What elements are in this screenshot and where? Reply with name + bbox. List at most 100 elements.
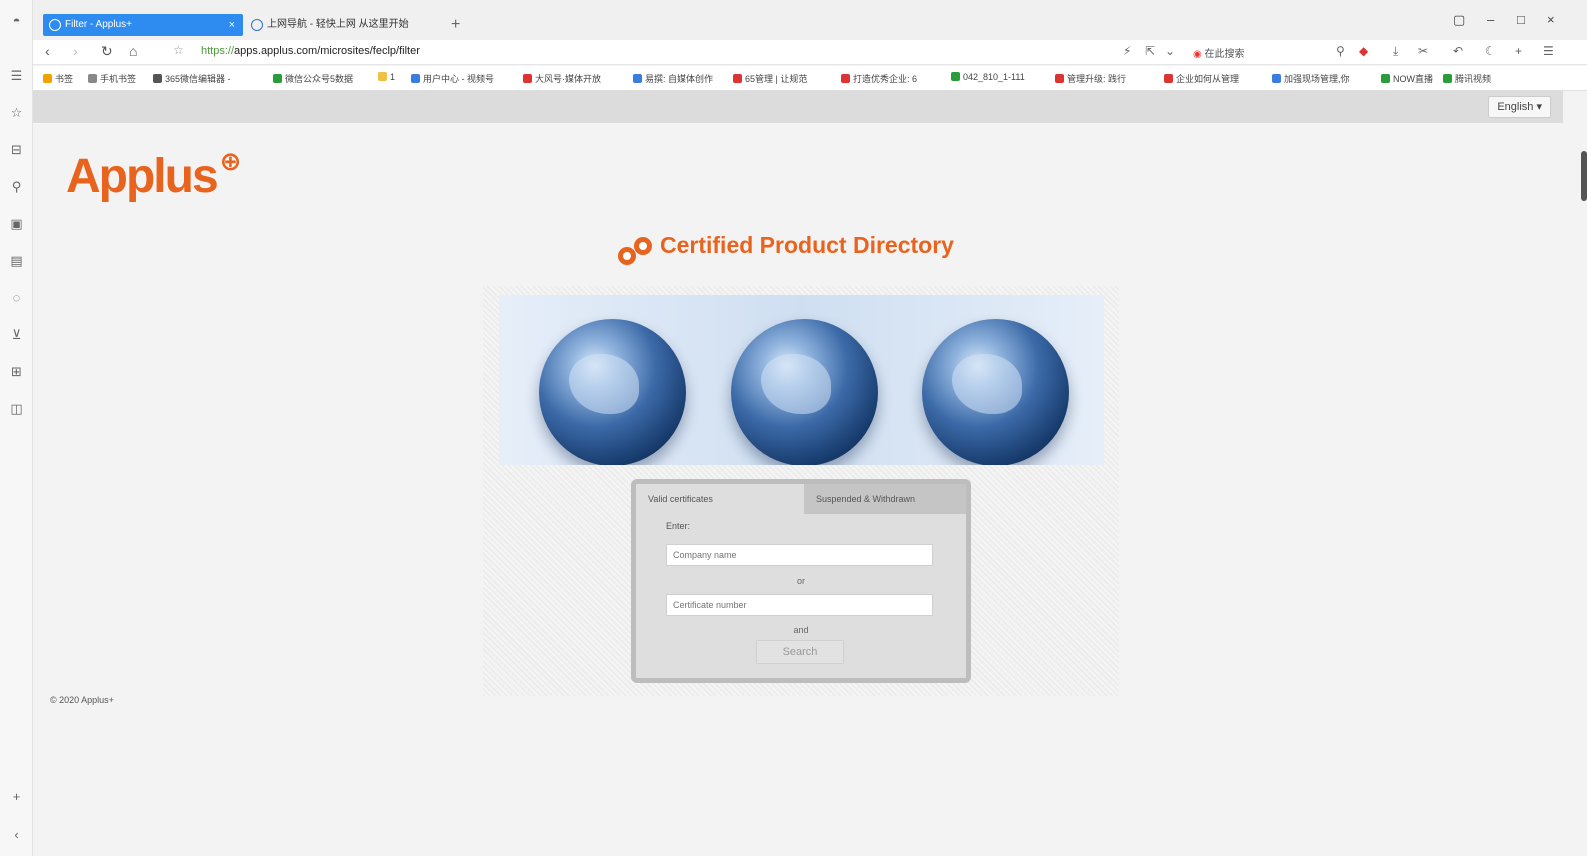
- forward-icon[interactable]: ›: [73, 43, 78, 59]
- tab-suspended-withdrawn[interactable]: Suspended & Withdrawn: [804, 484, 966, 514]
- reload-icon[interactable]: ↻: [101, 43, 113, 60]
- share-icon[interactable]: ⇱: [1145, 44, 1155, 58]
- add-icon[interactable]: +: [8, 788, 25, 805]
- new-tab-button[interactable]: +: [451, 14, 460, 36]
- bookmark-item[interactable]: 042_810_1-111: [951, 72, 1025, 82]
- side-widget-handle[interactable]: [1581, 151, 1587, 201]
- bookmark-item[interactable]: 微信公众号5数据: [273, 72, 353, 85]
- url-path: apps.applus.com/microsites/feclp/filter: [234, 45, 420, 57]
- reader-icon[interactable]: ◫: [8, 400, 25, 417]
- bookmark-item[interactable]: 加强现场管理,你: [1272, 72, 1350, 85]
- video-icon[interactable]: ▣: [8, 215, 25, 232]
- close-window-button[interactable]: ×: [1547, 12, 1555, 27]
- globe-icon: [49, 19, 61, 31]
- copyright-text: © 2020 Applus+: [50, 695, 114, 705]
- bookmark-icon: [1055, 74, 1064, 83]
- profile-icon[interactable]: ◓: [8, 12, 25, 29]
- search-icon[interactable]: ⚲: [8, 178, 25, 195]
- page-content: English ▾ Applus ⊕ Certified Product Dire…: [33, 91, 1587, 856]
- svip-icon[interactable]: ▤: [8, 252, 25, 269]
- browser-sidebar: ◓ ☰ ☆ ⊟ ⚲ ▣ ▤ ◌ ⊻ ⊞ ◫ + ‹: [0, 0, 33, 856]
- url-field[interactable]: https://apps.applus.com/microsites/feclp…: [201, 45, 420, 57]
- maximize-button[interactable]: □: [1517, 12, 1525, 27]
- chat-icon[interactable]: ◌: [8, 289, 25, 306]
- search-engine-label: 在此搜索: [1204, 49, 1245, 60]
- bookmark-label: 腾讯视频: [1455, 74, 1492, 84]
- applus-logo[interactable]: Applus ⊕: [66, 146, 242, 204]
- cart-icon[interactable]: ⊻: [8, 326, 25, 343]
- language-selector[interactable]: English ▾: [1488, 96, 1551, 118]
- address-bar-row: ‹ › ↻ ⌂ ☆ https://apps.applus.com/micros…: [33, 40, 1587, 65]
- bookmark-star-icon[interactable]: ☆: [173, 43, 184, 57]
- bookmark-item[interactable]: 打造优秀企业: 6: [841, 72, 917, 85]
- bookmark-icon: [273, 74, 282, 83]
- gears-icon: [618, 237, 652, 265]
- bookmark-icon: [1272, 74, 1281, 83]
- bookmark-icon: [1381, 74, 1390, 83]
- bookmark-label: 1: [390, 72, 396, 82]
- bookmark-item[interactable]: NOW直播: [1381, 72, 1433, 85]
- search-engine-icon: ◉: [1193, 49, 1202, 60]
- bookmark-icon: [378, 72, 387, 81]
- bookmark-item[interactable]: 腾讯视频: [1443, 72, 1491, 85]
- bookmark-item[interactable]: 易撰: 自媒体创作: [633, 72, 713, 85]
- undo-icon[interactable]: ↶: [1453, 44, 1463, 58]
- collapse-sidebar-icon[interactable]: ‹: [8, 826, 25, 843]
- bookmark-label: 手机书签: [100, 74, 137, 84]
- bookmark-label: 企业如何从管理: [1176, 74, 1240, 84]
- home-icon[interactable]: ⌂: [129, 43, 137, 59]
- search-button[interactable]: Search: [756, 640, 844, 664]
- tab-filter-applus[interactable]: Filter - Applus+ ×: [43, 14, 243, 36]
- globe-image: [539, 319, 686, 465]
- globes-banner: [499, 295, 1104, 465]
- bookmark-icon: [88, 74, 97, 83]
- pin-button[interactable]: ▢: [1453, 12, 1465, 28]
- bookmark-icon: [633, 74, 642, 83]
- bookmark-item[interactable]: 书签: [43, 72, 73, 85]
- download-icon[interactable]: ⤓: [1393, 44, 1398, 59]
- bookmark-item[interactable]: 65管理 | 让规范: [733, 72, 807, 85]
- globe-icon: [251, 19, 263, 31]
- bookmark-icon: [1164, 74, 1173, 83]
- dropdown-icon[interactable]: ⌄: [1165, 44, 1175, 58]
- game-icon[interactable]: ◆: [1359, 44, 1368, 58]
- bookmark-label: 加强现场管理,你: [1284, 74, 1350, 84]
- logo-text: Applus: [66, 150, 219, 203]
- night-mode-icon[interactable]: ☾: [1485, 44, 1496, 58]
- sidebar-toggle-icon[interactable]: ☰: [8, 67, 25, 84]
- company-name-input[interactable]: [666, 544, 933, 566]
- directory-title: Certified Product Directory: [660, 232, 954, 258]
- bookmark-icon: [523, 74, 532, 83]
- back-icon[interactable]: ‹: [45, 43, 50, 59]
- or-label: or: [796, 576, 805, 586]
- translate-icon[interactable]: ⊞: [8, 363, 25, 380]
- bookmark-item[interactable]: 1: [378, 72, 395, 82]
- minimize-button[interactable]: –: [1487, 12, 1494, 27]
- menu-icon[interactable]: ☰: [1543, 44, 1554, 58]
- logo-plus-icon: ⊕: [219, 146, 242, 176]
- tab-valid-certificates[interactable]: Valid certificates: [636, 484, 804, 514]
- scissors-icon[interactable]: ✂: [1418, 44, 1428, 58]
- bookmark-label: NOW直播: [1393, 74, 1433, 84]
- bookmark-item[interactable]: 手机书签: [88, 72, 136, 85]
- speed-icon[interactable]: ⚡: [1123, 44, 1131, 58]
- tab-label: Filter - Applus+: [65, 19, 132, 30]
- bag-icon[interactable]: ⊟: [8, 141, 25, 158]
- favorites-icon[interactable]: ☆: [8, 104, 25, 121]
- bookmark-item[interactable]: 365微信编辑器 -: [153, 72, 231, 85]
- certificate-number-input[interactable]: [666, 594, 933, 616]
- tab-navigation[interactable]: 上网导航 - 轻快上网 从这里开始: [245, 14, 445, 36]
- bookmark-icon: [841, 74, 850, 83]
- globe-image: [922, 319, 1069, 465]
- bookmark-item[interactable]: 用户中心 - 视频号: [411, 72, 494, 85]
- add-icon[interactable]: +: [1515, 44, 1522, 58]
- bookmark-icon: [153, 74, 162, 83]
- bookmark-item[interactable]: 大风号·媒体开放: [523, 72, 601, 85]
- search-engine-box[interactable]: ◉ 在此搜索: [1193, 45, 1245, 60]
- bookmark-item[interactable]: 管理升级: 践行: [1055, 72, 1126, 85]
- bookmark-item[interactable]: 企业如何从管理: [1164, 72, 1239, 85]
- search-icon[interactable]: ⚲: [1336, 44, 1345, 58]
- bookmark-label: 65管理 | 让规范: [745, 74, 808, 84]
- bookmark-label: 打造优秀企业: 6: [853, 74, 918, 84]
- close-icon[interactable]: ×: [229, 14, 235, 36]
